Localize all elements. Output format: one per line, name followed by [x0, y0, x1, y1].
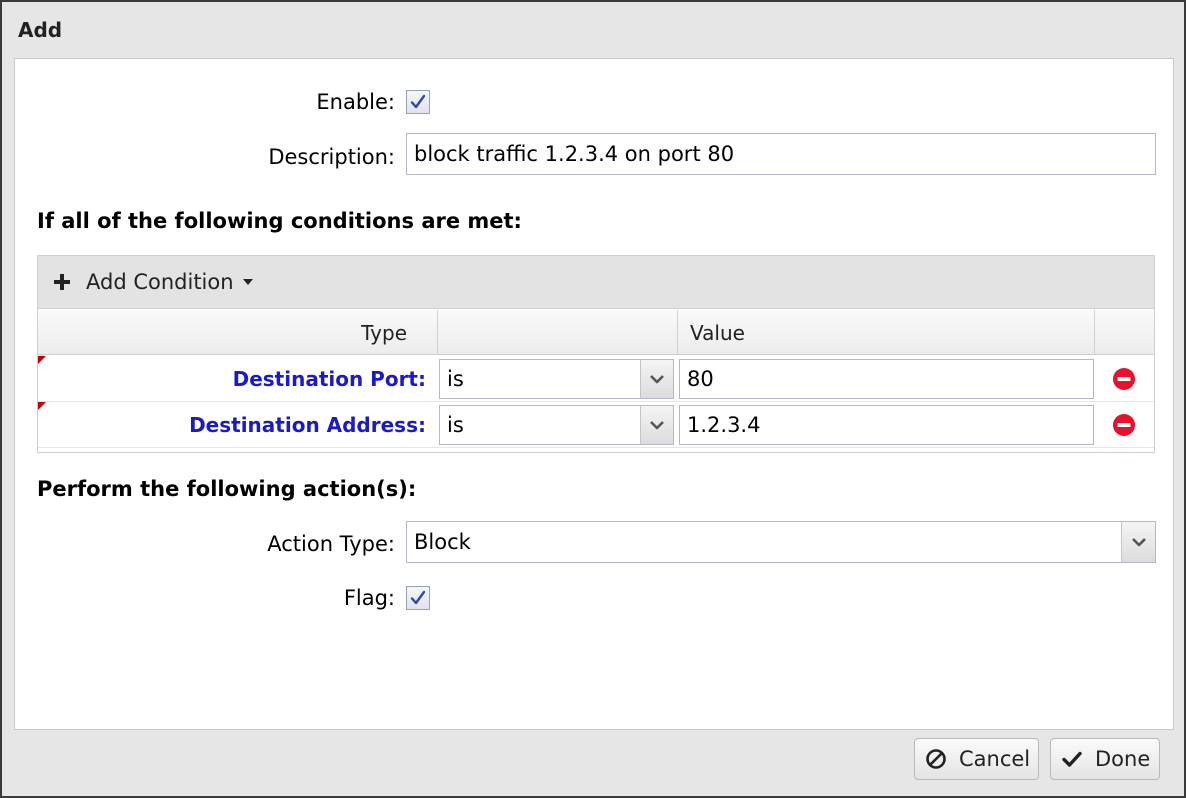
- plus-icon: [54, 274, 70, 290]
- dialog-title-bar[interactable]: Add: [2, 2, 1184, 58]
- flag-label: Flag:: [343, 586, 395, 610]
- enable-label: Enable:: [316, 90, 395, 114]
- dialog-body: Enable: Description: If all of the follo…: [14, 58, 1174, 730]
- conditions-toolbar: Add Condition: [38, 256, 1154, 309]
- column-header-operator[interactable]: [438, 310, 678, 355]
- operator-dropdown-trigger[interactable]: [640, 406, 673, 444]
- condition-row: Destination Port: is 80: [38, 356, 1154, 402]
- add-condition-label: Add Condition: [86, 270, 234, 294]
- description-input[interactable]: [406, 133, 1156, 175]
- ban-icon: [926, 749, 946, 769]
- column-header-value[interactable]: Value: [678, 310, 1095, 355]
- condition-value-input[interactable]: 1.2.3.4: [679, 405, 1094, 445]
- caret-down-icon: [242, 279, 253, 285]
- conditions-section-title: If all of the following conditions are m…: [37, 209, 522, 233]
- column-header-type[interactable]: Type: [38, 310, 438, 355]
- actions-section-title: Perform the following action(s):: [37, 477, 417, 501]
- action-type-dropdown-trigger[interactable]: [1121, 522, 1155, 562]
- add-condition-button[interactable]: Add Condition: [52, 264, 254, 300]
- checkmark-icon: [410, 94, 426, 109]
- cancel-button-label: Cancel: [959, 747, 1031, 771]
- done-button[interactable]: Done: [1050, 738, 1160, 780]
- action-type-select[interactable]: Block: [406, 521, 1156, 563]
- remove-circle-icon[interactable]: [1112, 413, 1136, 437]
- condition-value-input[interactable]: 80: [679, 359, 1094, 399]
- cancel-button[interactable]: Cancel: [914, 738, 1039, 780]
- checkmark-icon: [410, 590, 426, 605]
- condition-type-label: Destination Address:: [189, 413, 426, 437]
- action-type-label: Action Type:: [267, 532, 395, 556]
- column-header-actions: [1095, 310, 1154, 355]
- condition-operator-select[interactable]: is: [439, 405, 674, 445]
- enable-checkbox[interactable]: [406, 90, 430, 114]
- description-label: Description:: [268, 145, 395, 169]
- condition-row: Destination Address: is 1.2.3.4: [38, 402, 1154, 448]
- dialog-title: Add: [18, 18, 63, 42]
- chevron-down-icon: [1131, 538, 1146, 547]
- conditions-grid: Add Condition Type Value Destination Por…: [37, 255, 1155, 453]
- action-type-value: Block: [414, 530, 471, 554]
- condition-operator-value: is: [447, 367, 464, 391]
- chevron-down-icon: [650, 375, 664, 384]
- condition-operator-select[interactable]: is: [439, 359, 674, 399]
- conditions-header-row: Type Value: [38, 310, 1154, 355]
- done-button-label: Done: [1095, 747, 1151, 771]
- chevron-down-icon: [650, 421, 664, 430]
- add-rule-dialog: Add Enable: Description: If all of the f…: [0, 0, 1186, 798]
- checkmark-icon: [1062, 751, 1082, 767]
- operator-dropdown-trigger[interactable]: [640, 360, 673, 398]
- remove-circle-icon[interactable]: [1112, 367, 1136, 391]
- condition-type-label: Destination Port:: [232, 367, 426, 391]
- flag-checkbox[interactable]: [406, 586, 430, 610]
- condition-operator-value: is: [447, 413, 464, 437]
